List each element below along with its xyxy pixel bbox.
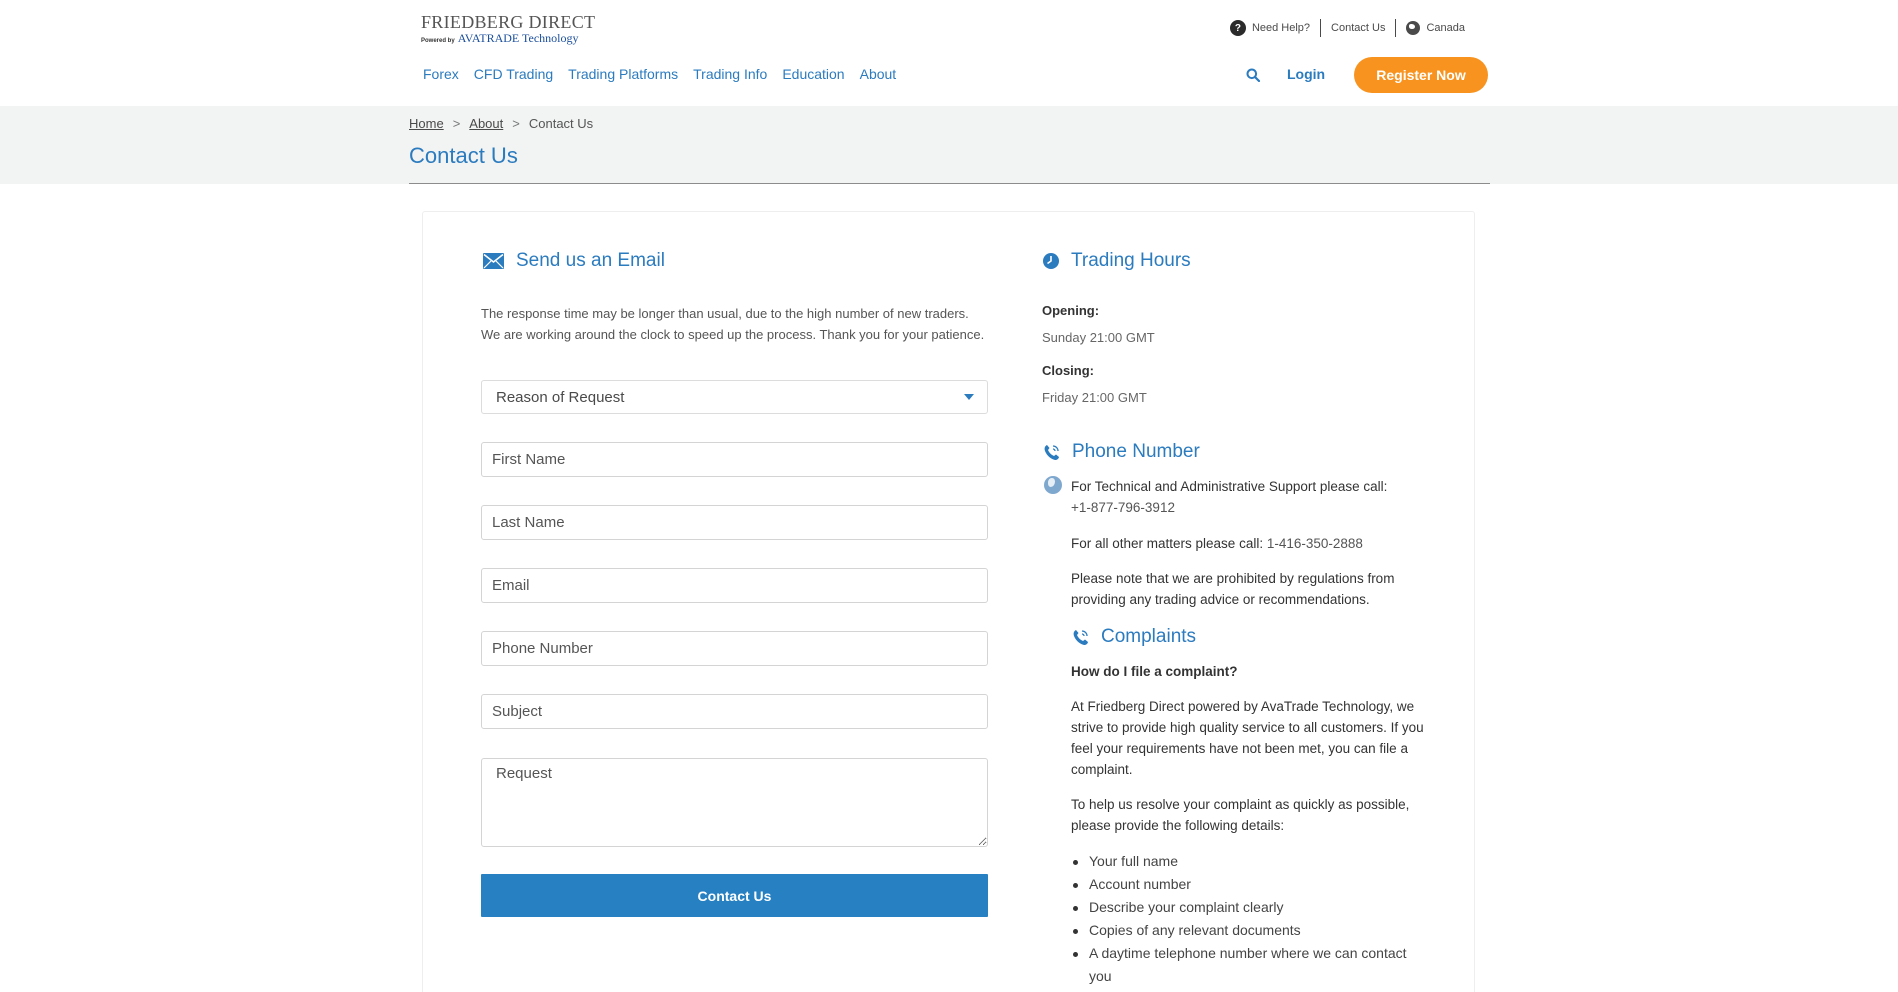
contact-us-link[interactable]: Contact Us [1321, 19, 1395, 37]
logo-main-text: FRIEDBERG DIRECT [421, 12, 596, 32]
email-section-heading: Send us an Email [483, 250, 665, 272]
breadcrumb: Home > About > Contact Us [409, 116, 593, 131]
chevron-down-icon [964, 394, 974, 400]
country-selector[interactable]: Canada [1396, 19, 1475, 37]
nav-item-forex[interactable]: Forex [423, 66, 459, 82]
list-item: Your full name [1071, 850, 1431, 873]
register-now-button[interactable]: Register Now [1354, 57, 1488, 93]
clock-icon [1043, 253, 1059, 269]
envelope-icon [483, 253, 504, 269]
breadcrumb-band [0, 106, 1898, 184]
tech-support-label: For Technical and Administrative Support… [1071, 479, 1388, 494]
list-item: Account number [1071, 873, 1431, 896]
nav-item-cfd-trading[interactable]: CFD Trading [474, 66, 553, 82]
select-value: Reason of Request [496, 388, 625, 406]
complaints-title: Complaints [1101, 626, 1197, 647]
breadcrumb-separator: > [512, 116, 520, 131]
phone-number-field[interactable] [481, 631, 988, 666]
login-link[interactable]: Login [1287, 66, 1325, 82]
reason-of-request-select[interactable]: Reason of Request [481, 380, 988, 414]
complaint-question: How do I file a complaint? [1071, 664, 1238, 679]
subject-field[interactable] [481, 694, 988, 729]
phone-icon [1073, 629, 1088, 645]
need-help-label: Need Help? [1251, 22, 1311, 34]
opening-value: Sunday 21:00 GMT [1042, 330, 1155, 345]
other-matters-text: For all other matters please call: 1-416… [1071, 533, 1431, 554]
breadcrumb-home[interactable]: Home [409, 116, 444, 131]
complaint-paragraph-1: At Friedberg Direct powered by AvaTrade … [1071, 699, 1424, 777]
page-title: Contact Us [409, 143, 518, 168]
first-name-field[interactable] [481, 442, 988, 477]
breadcrumb-about[interactable]: About [469, 116, 503, 131]
globe-icon [1044, 476, 1062, 494]
list-item: A daytime telephone number where we can … [1071, 942, 1431, 988]
email-section-title: Send us an Email [516, 250, 665, 271]
nav-item-education[interactable]: Education [782, 66, 844, 82]
search-icon[interactable] [1246, 68, 1260, 82]
question-icon: ? [1229, 20, 1246, 36]
trading-hours-heading: Trading Hours [1043, 250, 1191, 272]
advice-disclaimer: Please note that we are prohibited by re… [1071, 571, 1395, 607]
main-nav: Forex CFD Trading Trading Platforms Trad… [423, 66, 896, 82]
utility-bar: ? Need Help? Contact Us Canada [1220, 18, 1475, 38]
complaint-paragraph-2: To help us resolve your complaint as qui… [1071, 797, 1410, 833]
trading-hours-title: Trading Hours [1071, 250, 1191, 271]
breadcrumb-separator: > [452, 116, 461, 131]
contact-us-label: Contact Us [1331, 22, 1386, 34]
other-matters-number[interactable]: 1-416-350-2888 [1267, 536, 1363, 551]
logo-powered-text: Powered by [421, 38, 455, 44]
email-field[interactable] [481, 568, 988, 603]
complaints-heading: Complaints [1072, 626, 1196, 648]
country-label: Canada [1426, 22, 1465, 34]
closing-value: Friday 21:00 GMT [1042, 390, 1147, 405]
nav-item-trading-info[interactable]: Trading Info [693, 66, 767, 82]
response-time-note: The response time may be longer than usu… [481, 306, 985, 342]
logo-ava-text: AVATRADE Technology [457, 31, 579, 45]
list-item: Copies of any relevant documents [1071, 919, 1431, 942]
nav-item-trading-platforms[interactable]: Trading Platforms [568, 66, 678, 82]
opening-label: Opening: [1042, 303, 1100, 318]
phone-icon [1044, 444, 1059, 460]
other-matters-label: For all other matters please call: [1071, 536, 1264, 551]
breadcrumb-current: Contact Us [528, 116, 594, 131]
request-textarea[interactable] [481, 758, 988, 847]
title-divider [409, 183, 1490, 184]
closing-label: Closing: [1042, 363, 1094, 378]
site-logo[interactable]: FRIEDBERG DIRECT Powered by AVATRADE Tec… [421, 12, 595, 48]
nav-item-about[interactable]: About [860, 66, 897, 82]
list-item: Describe your complaint clearly [1071, 896, 1431, 919]
need-help-link[interactable]: ? Need Help? [1220, 19, 1320, 37]
tech-support-text: For Technical and Administrative Support… [1071, 476, 1431, 518]
phone-number-title: Phone Number [1072, 441, 1200, 462]
globe-icon [1406, 21, 1421, 35]
phone-number-heading: Phone Number [1043, 441, 1200, 463]
tech-support-number[interactable]: +1-877-796-3912 [1071, 500, 1175, 515]
logo-subtitle: Powered by AVATRADE Technology [421, 32, 595, 48]
contact-us-submit-button[interactable]: Contact Us [481, 874, 988, 917]
complaint-details-list: Your full name Account number Describe y… [1071, 850, 1431, 988]
last-name-field[interactable] [481, 505, 988, 540]
